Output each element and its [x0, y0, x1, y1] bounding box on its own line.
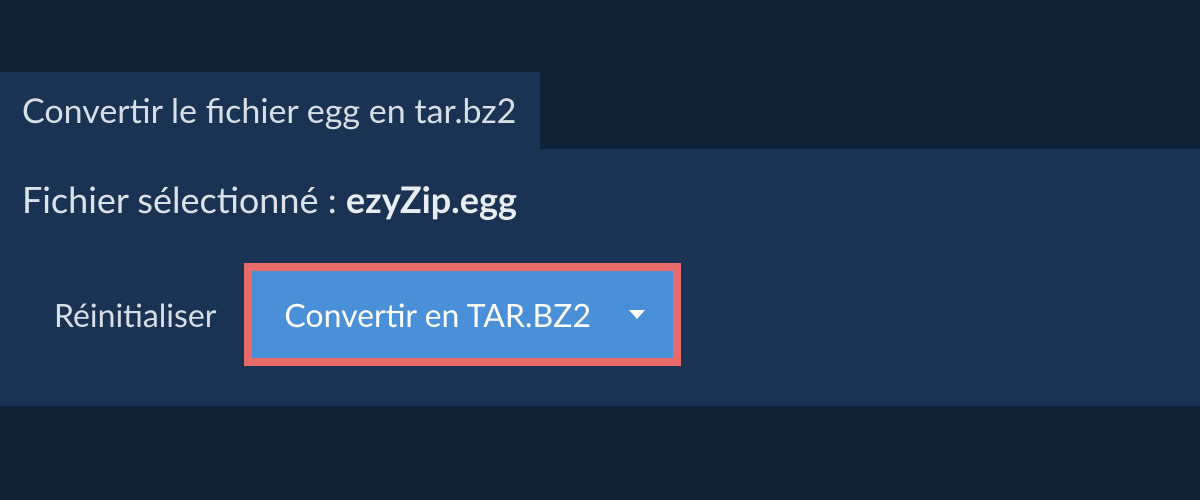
- convert-button-highlight: Convertir en TAR.BZ2: [244, 263, 681, 366]
- selected-file-text: Fichier sélectionné : ezyZip.egg: [22, 177, 1178, 221]
- reset-button-label: Réinitialiser: [54, 295, 216, 334]
- action-button-row: Réinitialiser Convertir en TAR.BZ2: [22, 263, 1178, 366]
- chevron-down-icon: [629, 310, 645, 319]
- selected-file-name: ezyZip.egg: [346, 177, 517, 221]
- tab-bar: Convertir le fichier egg en tar.bz2: [0, 0, 1200, 149]
- convert-button-label: Convertir en TAR.BZ2: [284, 295, 591, 334]
- selected-file-prefix: Fichier sélectionné :: [22, 177, 346, 221]
- reset-button[interactable]: Réinitialiser: [54, 295, 216, 334]
- tab-convert-egg-tarbz2[interactable]: Convertir le fichier egg en tar.bz2: [0, 72, 540, 149]
- convert-button[interactable]: Convertir en TAR.BZ2: [252, 271, 673, 358]
- tab-label: Convertir le fichier egg en tar.bz2: [22, 90, 516, 131]
- main-panel: Fichier sélectionné : ezyZip.egg Réiniti…: [0, 149, 1200, 406]
